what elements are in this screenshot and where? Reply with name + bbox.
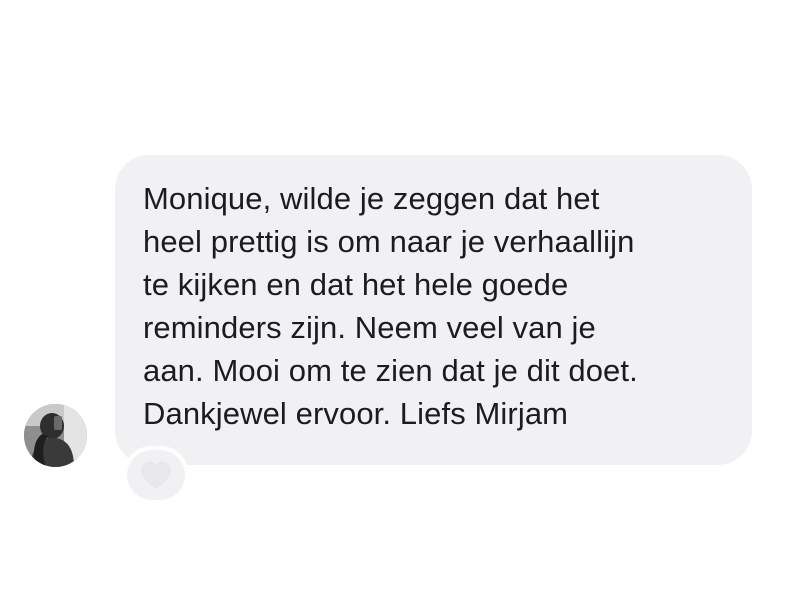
chat-screen: Monique, wilde je zeggen dat het heel pr… [0, 0, 800, 600]
sender-avatar[interactable] [24, 404, 87, 467]
reaction-badge[interactable] [123, 446, 189, 504]
message-line: heel prettig is om naar je verhaallijn [143, 224, 635, 259]
message-line: te kijken en dat het hele goede [143, 267, 569, 302]
message-line: aan. Mooi om te zien dat je dit doet. [143, 353, 638, 388]
message-line: Dankjewel ervoor. Liefs Mirjam [143, 396, 569, 431]
message-bubble[interactable]: Monique, wilde je zeggen dat het heel pr… [115, 155, 752, 465]
message-text: Monique, wilde je zeggen dat het heel pr… [143, 177, 728, 435]
heart-icon [139, 460, 173, 490]
avatar-photo [24, 404, 87, 467]
message-line: reminders zijn. Neem veel van je [143, 310, 596, 345]
message-line: Monique, wilde je zeggen dat het [143, 181, 600, 216]
message-row: Monique, wilde je zeggen dat het heel pr… [0, 0, 800, 600]
